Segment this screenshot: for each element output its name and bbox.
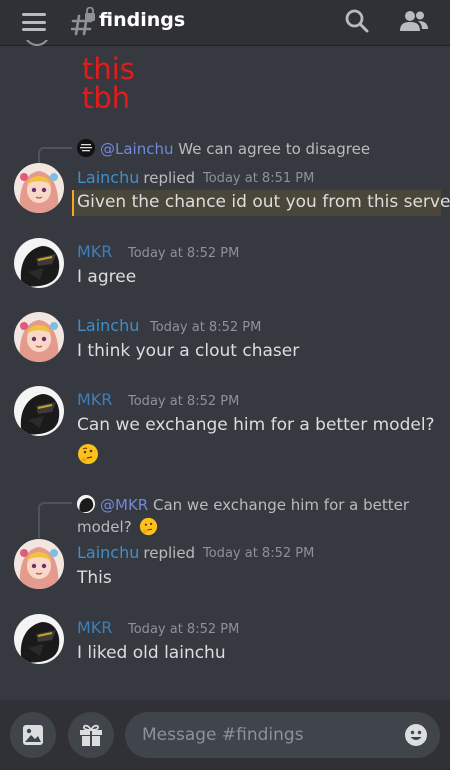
author-name-text[interactable]: Lainchu: [77, 168, 139, 187]
locked-hash-icon: [71, 7, 95, 36]
gift-icon: [80, 724, 102, 746]
mkr-avatar[interactable]: [14, 238, 64, 288]
message-timestamp: Today at 8:52 PM: [128, 246, 240, 261]
author-name-text[interactable]: Lainchu: [77, 543, 139, 562]
author-name[interactable]: MKR: [77, 390, 112, 409]
reply-mention[interactable]: @Lainchu: [100, 140, 173, 158]
image-button[interactable]: [10, 712, 56, 758]
replied-label: replied: [143, 169, 196, 187]
message-input-box[interactable]: [125, 712, 440, 758]
sticker-line: tbh: [82, 81, 131, 115]
sticker-line: this: [82, 52, 135, 86]
channel-header: findings: [0, 0, 450, 46]
smiley-icon[interactable]: [404, 723, 428, 747]
lainchu-avatar[interactable]: [14, 163, 64, 213]
search-icon[interactable]: [344, 8, 370, 34]
author-name[interactable]: Lainchu replied: [77, 168, 195, 187]
replied-label: replied: [143, 544, 196, 562]
message-text: I agree: [77, 267, 137, 287]
reply-text-continued: model?: [77, 518, 132, 536]
message-text: I think your a clout chaser: [77, 341, 300, 361]
reply-reference[interactable]: @MKR Can we exchange him for a better mo…: [77, 494, 437, 538]
sticker-text: this tbh: [82, 55, 135, 113]
mkr-avatar[interactable]: [14, 386, 64, 436]
lainchu-avatar[interactable]: [14, 539, 64, 589]
mkr-mini-avatar: [77, 495, 95, 513]
reply-reference[interactable]: @Lainchu We can agree to disagree: [77, 139, 370, 158]
author-name[interactable]: Lainchu replied: [77, 543, 195, 562]
reply-mention[interactable]: @MKR: [100, 496, 148, 514]
hamburger-icon[interactable]: [22, 13, 46, 31]
message-text: This: [77, 568, 112, 588]
reply-connector: [38, 147, 72, 165]
partial-avatar: [24, 40, 50, 48]
message-timestamp: Today at 8:52 PM: [128, 394, 240, 409]
message-timestamp: Today at 8:51 PM: [203, 171, 315, 186]
reply-text: We can agree to disagree: [178, 140, 371, 158]
message-text: Given the chance id out you from this se…: [77, 192, 450, 212]
reply-connector: [38, 502, 72, 538]
members-icon[interactable]: [399, 9, 429, 33]
reply-text: Can we exchange him for a better: [152, 496, 410, 514]
author-name[interactable]: MKR: [77, 242, 112, 261]
gift-button[interactable]: [68, 712, 114, 758]
message-timestamp: Today at 8:52 PM: [128, 622, 240, 637]
message-composer: [0, 700, 450, 770]
message-timestamp: Today at 8:52 PM: [150, 320, 262, 335]
lainchu-avatar[interactable]: [14, 312, 64, 362]
message-text: I liked old lainchu: [77, 643, 226, 663]
keep-calm-avatar: [77, 139, 95, 157]
thinking-face-icon: [78, 444, 98, 464]
author-name[interactable]: MKR: [77, 618, 112, 637]
author-name[interactable]: Lainchu: [77, 316, 139, 335]
mkr-avatar[interactable]: [14, 614, 64, 664]
message-input[interactable]: [142, 723, 392, 747]
image-icon: [23, 725, 43, 745]
channel-title: findings: [99, 9, 186, 31]
message-timestamp: Today at 8:52 PM: [203, 546, 315, 561]
thinking-face-icon: [140, 517, 158, 536]
message-text: Can we exchange him for a better model?: [77, 415, 435, 435]
